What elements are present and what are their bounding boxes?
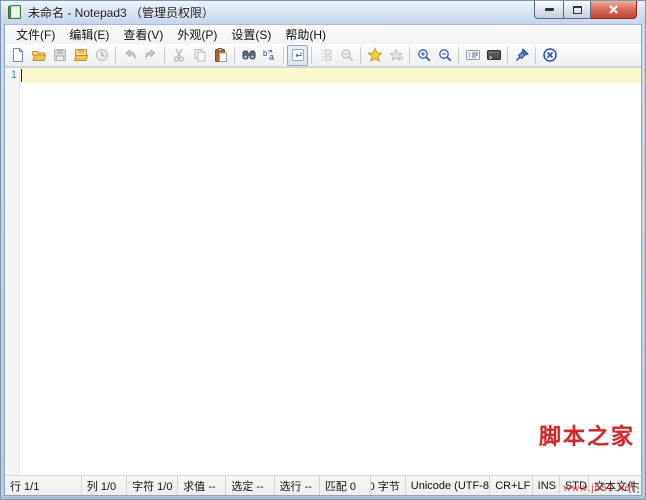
- paste-icon: [213, 47, 229, 63]
- toolbar: ba: [5, 44, 641, 67]
- maximize-button[interactable]: [563, 1, 591, 19]
- toolbar-separator: [458, 47, 459, 64]
- indent-guides-icon: [318, 47, 334, 63]
- minimize-button[interactable]: [534, 1, 563, 19]
- copy-button: [189, 45, 210, 66]
- save-icon: [52, 47, 68, 63]
- add-favorite-button: [385, 45, 406, 66]
- pin-button[interactable]: [511, 45, 532, 66]
- menu-appearance[interactable]: 外观(P): [170, 24, 224, 45]
- text-editor[interactable]: [20, 68, 641, 475]
- zoom-in-icon: [416, 47, 432, 63]
- open-file-icon: [31, 47, 47, 63]
- console-icon: [486, 47, 502, 63]
- paste-button[interactable]: [210, 45, 231, 66]
- window-content: 文件(F) 编辑(E) 查看(V) 外观(P) 设置(S) 帮助(H): [4, 24, 642, 496]
- editor-area: 1 脚本之家: [5, 67, 641, 475]
- current-line-highlight: [20, 68, 641, 83]
- indent-guides-button: [315, 45, 336, 66]
- notepad3-window: 未命名 - Notepad3 （管理员权限） 文件(F) 编辑(E) 查看(V)…: [0, 0, 646, 500]
- zoom-reset-button: [336, 45, 357, 66]
- zoom-out-icon: [437, 47, 453, 63]
- exit-button[interactable]: [539, 45, 560, 66]
- new-file-icon: [10, 47, 26, 63]
- save-as-button[interactable]: [70, 45, 91, 66]
- menu-edit[interactable]: 编辑(E): [62, 24, 116, 45]
- toolbar-separator: [507, 47, 508, 64]
- replace-button[interactable]: ba: [259, 45, 280, 66]
- status-eol-mode[interactable]: CR+LF: [490, 476, 532, 495]
- caption-buttons: [534, 1, 637, 19]
- exit-icon: [542, 47, 558, 63]
- line-number-margin: 1: [5, 68, 20, 475]
- toolbar-separator: [535, 47, 536, 64]
- save-button: [49, 45, 70, 66]
- status-selected-lines[interactable]: 选行 --: [275, 476, 320, 495]
- zoom-in-button[interactable]: [413, 45, 434, 66]
- word-wrap-icon: [290, 47, 306, 63]
- settings-button[interactable]: [462, 45, 483, 66]
- toolbar-separator: [360, 47, 361, 64]
- zoom-reset-icon: [339, 47, 355, 63]
- find-button[interactable]: [238, 45, 259, 66]
- status-encoding[interactable]: Unicode (UTF-8): [406, 476, 490, 495]
- window-bottom-border: [1, 496, 645, 499]
- menu-bar: 文件(F) 编辑(E) 查看(V) 外观(P) 设置(S) 帮助(H): [5, 24, 641, 44]
- svg-text:b: b: [263, 49, 268, 58]
- line-number: 1: [5, 69, 17, 81]
- resize-grip[interactable]: [628, 482, 640, 494]
- status-matches[interactable]: 匹配 0: [320, 476, 371, 495]
- app-icon: [8, 5, 23, 20]
- find-icon: [241, 47, 257, 63]
- svg-text:a: a: [269, 52, 274, 62]
- status-insert-mode[interactable]: INS: [533, 476, 560, 495]
- title-bar[interactable]: 未命名 - Notepad3 （管理员权限）: [1, 1, 645, 24]
- redo-icon: [143, 47, 159, 63]
- history-button: [91, 45, 112, 66]
- menu-settings[interactable]: 设置(S): [224, 24, 278, 45]
- history-icon: [94, 47, 110, 63]
- status-chars[interactable]: 字符 1/0: [127, 476, 178, 495]
- zoom-out-button[interactable]: [434, 45, 455, 66]
- status-line[interactable]: 行 1/1: [5, 476, 82, 495]
- cut-icon: [171, 47, 187, 63]
- open-file-button[interactable]: [28, 45, 49, 66]
- toolbar-separator: [311, 47, 312, 64]
- console-button[interactable]: [483, 45, 504, 66]
- redo-button: [140, 45, 161, 66]
- cut-button: [168, 45, 189, 66]
- favorites-button[interactable]: [364, 45, 385, 66]
- menu-file[interactable]: 文件(F): [9, 24, 62, 45]
- toolbar-separator: [115, 47, 116, 64]
- copy-icon: [192, 47, 208, 63]
- status-eval[interactable]: 求值 --: [178, 476, 226, 495]
- menu-help[interactable]: 帮助(H): [278, 24, 333, 45]
- toolbar-separator: [234, 47, 235, 64]
- settings-icon: [465, 47, 481, 63]
- replace-icon: ba: [262, 47, 278, 63]
- text-caret: [21, 69, 22, 82]
- status-file-size[interactable]: 0 字节: [371, 476, 406, 495]
- undo-button: [119, 45, 140, 66]
- status-selection[interactable]: 选定 --: [226, 476, 274, 495]
- maximize-icon: [573, 6, 582, 14]
- pin-icon: [514, 47, 530, 63]
- window-title: 未命名 - Notepad3 （管理员权限）: [28, 4, 214, 21]
- toolbar-separator: [283, 47, 284, 64]
- minimize-icon: [545, 8, 554, 11]
- status-column[interactable]: 列 1/0: [82, 476, 127, 495]
- menu-view[interactable]: 查看(V): [116, 24, 170, 45]
- save-as-icon: [73, 47, 89, 63]
- add-favorite-icon: [388, 47, 404, 63]
- status-std-mode[interactable]: STD: [560, 476, 589, 495]
- toolbar-separator: [409, 47, 410, 64]
- close-button[interactable]: [591, 1, 637, 19]
- toolbar-separator: [164, 47, 165, 64]
- word-wrap-button[interactable]: [287, 45, 308, 66]
- favorites-icon: [367, 47, 383, 63]
- close-icon: [608, 4, 619, 15]
- undo-icon: [122, 47, 138, 63]
- new-file-button[interactable]: [7, 45, 28, 66]
- status-bar: 行 1/1 列 1/0 字符 1/0 求值 -- 选定 -- 选行 -- 匹配 …: [5, 475, 641, 495]
